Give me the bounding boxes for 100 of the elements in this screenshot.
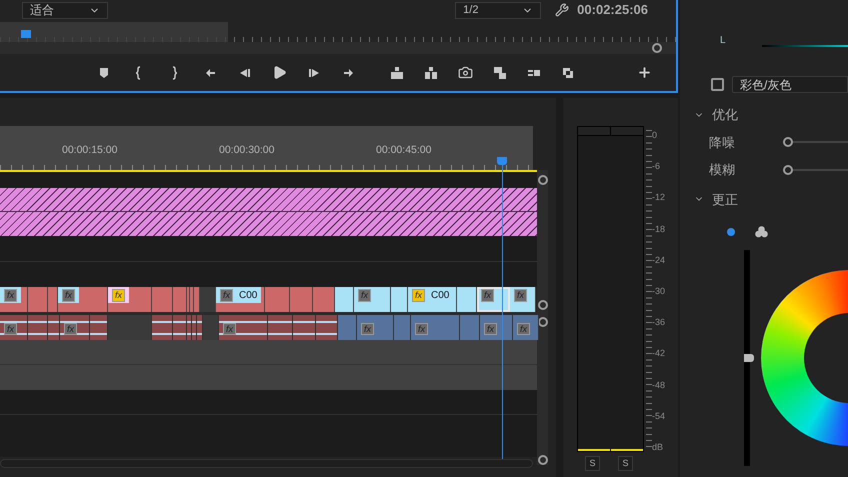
audio-clip[interactable]: fx xyxy=(411,315,460,340)
scroll-handle[interactable] xyxy=(538,175,548,185)
audio-clip[interactable]: fx xyxy=(60,315,90,340)
fx-badge: fx xyxy=(358,288,372,302)
slider-label: 模糊 xyxy=(709,161,736,179)
video-clip[interactable]: fx xyxy=(354,287,391,312)
zoom-dropdown[interactable]: 适合 xyxy=(22,2,108,18)
camera-icon[interactable] xyxy=(458,65,473,80)
timecode: 00:02:25:06 xyxy=(577,1,648,20)
audio-clip[interactable]: fx xyxy=(480,315,513,340)
single-wheel-toggle[interactable] xyxy=(727,228,735,236)
slider-thumb[interactable] xyxy=(783,164,793,175)
adjustment-clip[interactable] xyxy=(0,212,537,236)
audio-clip[interactable] xyxy=(197,315,203,340)
meter-scale-label: -12 xyxy=(652,192,666,202)
meter-scale-label: -42 xyxy=(652,348,666,358)
audio-clip[interactable] xyxy=(108,315,152,340)
audio-clip[interactable] xyxy=(90,315,108,340)
audio-clip[interactable] xyxy=(268,315,293,340)
video-clip[interactable] xyxy=(48,287,58,312)
play-icon[interactable] xyxy=(272,65,287,80)
extract-icon[interactable] xyxy=(424,66,438,80)
video-clip[interactable] xyxy=(391,287,408,312)
fx-badge: fx xyxy=(64,322,78,334)
zoom-handle[interactable] xyxy=(652,43,662,53)
mode-dropdown[interactable]: 彩色/灰色 xyxy=(732,76,848,93)
video-clip[interactable] xyxy=(335,287,354,312)
video-clip[interactable]: fx C00 xyxy=(216,287,265,312)
audio-clip[interactable] xyxy=(460,315,480,340)
luma-slider-thumb[interactable] xyxy=(744,354,754,362)
video-clip[interactable]: fx C00 xyxy=(408,287,457,312)
time-ruler[interactable]: 00:00:15:00 00:00:30:00 00:00:45:00 xyxy=(0,126,533,170)
meter-scale-label: -24 xyxy=(652,254,666,265)
section-header[interactable]: 优化 xyxy=(694,105,848,124)
audio-clip[interactable] xyxy=(394,315,411,340)
solo-button[interactable]: S xyxy=(585,456,600,471)
meter-scale-label: -18 xyxy=(652,224,666,234)
solo-button[interactable]: S xyxy=(618,456,633,471)
meter-scale-label: -48 xyxy=(652,380,666,390)
audio-clip[interactable]: fx xyxy=(219,315,268,340)
video-clip[interactable] xyxy=(190,287,194,312)
audio-clip[interactable]: fx xyxy=(357,315,394,340)
checkbox[interactable] xyxy=(711,78,724,91)
marker-icon[interactable] xyxy=(97,66,111,80)
video-clip[interactable]: fx xyxy=(108,287,152,312)
fx-badge: fx xyxy=(514,288,528,302)
video-clip[interactable] xyxy=(200,287,216,312)
video-clip[interactable] xyxy=(187,287,190,312)
lift-icon[interactable] xyxy=(390,66,404,80)
video-clip[interactable]: fx xyxy=(510,287,536,312)
meter-scale-label: -36 xyxy=(652,317,666,328)
fx-badge: fx xyxy=(517,322,530,334)
add-icon[interactable] xyxy=(637,65,652,80)
video-clip[interactable] xyxy=(28,287,48,312)
vertical-scrollbar[interactable] xyxy=(537,170,548,465)
section-header[interactable]: 更正 xyxy=(694,190,848,209)
ruler-timecode: 00:00:15:00 xyxy=(62,143,118,158)
audio-clip[interactable] xyxy=(48,315,60,340)
compare-icon[interactable] xyxy=(493,66,507,80)
scrubber-ruler[interactable] xyxy=(0,22,676,42)
audio-clip[interactable] xyxy=(293,315,316,340)
audio-clip[interactable]: fx xyxy=(513,315,539,340)
slider-thumb[interactable] xyxy=(783,137,793,148)
fx-badge: fx xyxy=(223,322,236,334)
video-clip[interactable] xyxy=(194,287,200,312)
fx-badge: fx xyxy=(484,322,498,334)
swap-icon[interactable] xyxy=(561,66,575,80)
playhead[interactable] xyxy=(497,157,507,459)
horizontal-scrollbar[interactable] xyxy=(0,459,533,468)
clip-label: C00 xyxy=(431,288,450,302)
video-clip[interactable] xyxy=(152,287,173,312)
audio-clip[interactable] xyxy=(173,315,187,340)
video-clip[interactable]: fx xyxy=(58,287,108,312)
scroll-handle[interactable] xyxy=(538,455,548,465)
settings-icon[interactable] xyxy=(555,3,570,17)
video-clip[interactable]: fx xyxy=(0,287,28,312)
fx-badge: fx xyxy=(62,288,76,302)
audio-clip[interactable] xyxy=(338,315,357,340)
video-clip[interactable] xyxy=(173,287,187,312)
video-clip[interactable] xyxy=(313,287,335,312)
audio-clip[interactable]: fx xyxy=(0,315,28,340)
fx-badge: fx xyxy=(4,288,18,302)
fx-badge: fx xyxy=(112,288,126,302)
video-clip[interactable] xyxy=(457,287,477,312)
ruler-timecode: 00:00:45:00 xyxy=(376,143,432,158)
playhead-marker[interactable] xyxy=(21,30,31,38)
video-clip[interactable]: fx xyxy=(477,287,510,312)
audio-clip[interactable] xyxy=(203,315,219,340)
three-circles-icon[interactable] xyxy=(755,226,768,238)
audio-clip[interactable] xyxy=(28,315,48,340)
audio-clip[interactable] xyxy=(152,315,173,340)
meter-scale-label: dB xyxy=(652,442,664,452)
video-clip[interactable] xyxy=(265,287,290,312)
meter-scale-label: -6 xyxy=(652,161,662,172)
adjustment-clip[interactable] xyxy=(0,188,537,212)
ruler-timecode: 00:00:30:00 xyxy=(219,143,276,158)
audio-clip[interactable] xyxy=(316,315,338,340)
video-clip[interactable] xyxy=(290,287,313,312)
fx-badge: fx xyxy=(415,322,428,334)
resolution-dropdown[interactable]: 1/2 xyxy=(455,2,542,18)
